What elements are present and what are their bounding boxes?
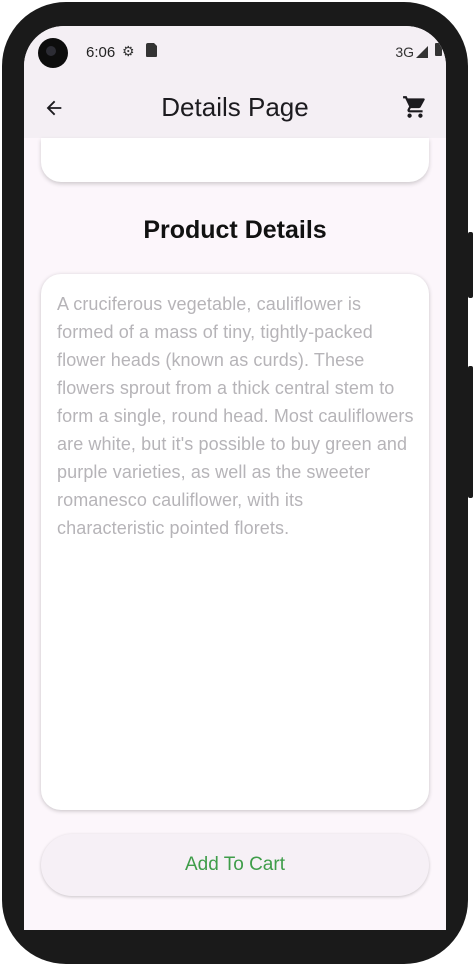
page-title: Details Page [161,92,309,122]
sim-card-icon [146,43,157,60]
status-time: 6:06 [86,44,116,61]
shopping-cart-icon [403,96,425,118]
description-card: A cruciferous vegetable, cauliflower is … [41,274,429,810]
power-button [468,232,473,298]
signal-icon [416,46,428,58]
app-bar: Details Page [24,78,446,138]
settings-gear-icon: ⚙ [122,43,135,59]
product-description: A cruciferous vegetable, cauliflower is … [57,294,414,538]
battery-icon [435,43,442,56]
product-image-card [41,138,429,182]
add-to-cart-button[interactable]: Add To Cart [41,834,429,896]
phone-frame: 6:06 ⚙ 3G Details Page Product Details A… [0,0,474,968]
screen: 6:06 ⚙ 3G Details Page Product Details A… [24,26,446,930]
cart-button[interactable] [402,94,430,122]
network-type: 3G [395,44,414,60]
front-camera [38,38,68,68]
volume-button [468,366,473,498]
status-bar: 6:06 ⚙ 3G [24,26,446,78]
content-area: Product Details A cruciferous vegetable,… [24,138,446,930]
section-title: Product Details [143,216,327,244]
